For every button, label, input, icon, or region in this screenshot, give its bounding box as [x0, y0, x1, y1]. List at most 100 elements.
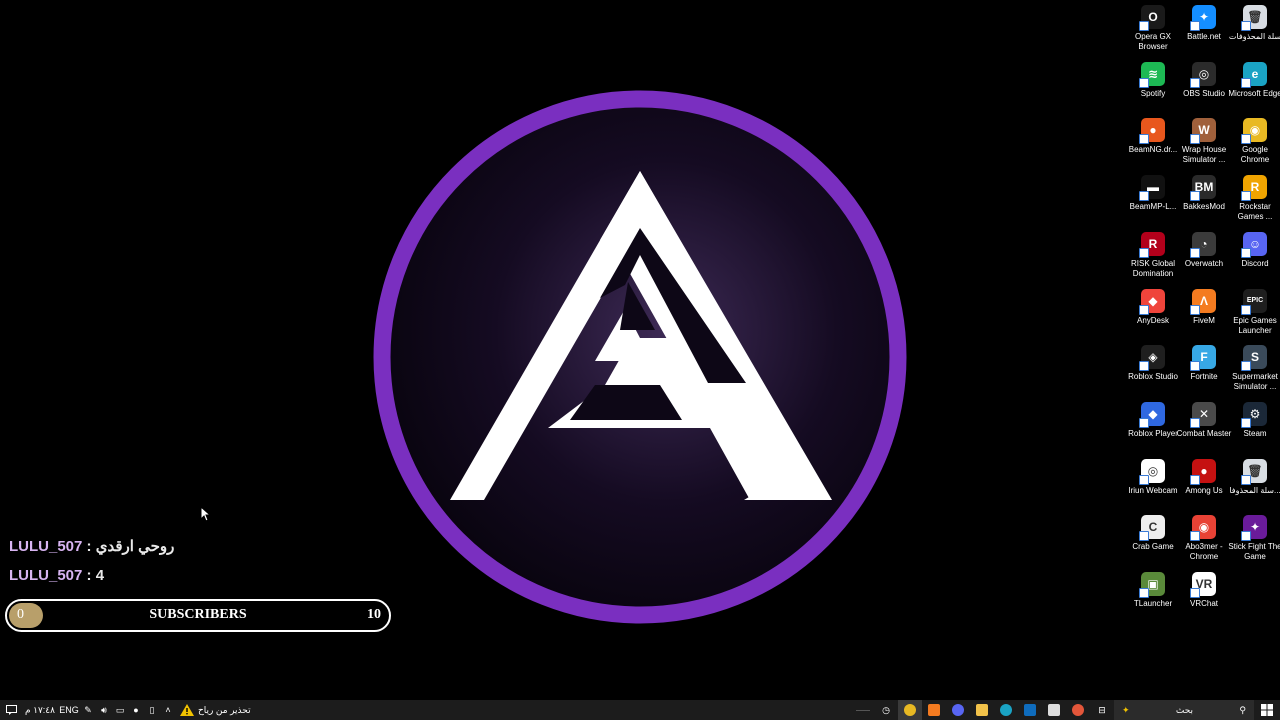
desktop-shortcut[interactable]: ☺ Discord — [1230, 231, 1280, 269]
rockstar-icon: R — [1241, 175, 1267, 202]
fortnite-icon: F — [1190, 345, 1216, 372]
desktop-shortcut-label: Abo3mer - Chrome — [1185, 542, 1223, 562]
battlenet-icon: ✦ — [1190, 5, 1216, 31]
desktop-shortcut-label: BakkesMod — [1183, 202, 1225, 212]
desktop-shortcut-label: BeamNG.dr... — [1128, 145, 1178, 155]
desktop-shortcut-label: Supermarket Simulator ... — [1232, 372, 1278, 392]
desktop-shortcut[interactable]: ▣ TLauncher — [1128, 572, 1178, 609]
search-input[interactable]: بحث — [1176, 705, 1193, 716]
desktop-shortcut-label: سلة المحذوفات — [1228, 32, 1280, 41]
show-hidden-icons-chevron-icon[interactable]: ˄ — [160, 700, 176, 720]
desktop-shortcut[interactable]: EPIC Epic Games Launcher — [1230, 288, 1280, 336]
roblox-studio-icon: ◈ — [1139, 345, 1165, 372]
desktop-shortcut-label: Spotify — [1140, 88, 1166, 98]
taskbar: ١٧:٤٨ م ENG ✎ 🔊︎ ▭ ● ▯ ˄ تحذير من رياح ◷… — [0, 700, 1280, 720]
desktop-shortcut[interactable]: ◈ Roblox Studio — [1128, 345, 1178, 382]
chat-text: روحي ارقدي — [95, 538, 175, 555]
desktop-shortcut[interactable]: C Crab Game — [1128, 515, 1178, 552]
taskbar-outlook-icon[interactable] — [1018, 700, 1042, 720]
network-icon[interactable]: ▭ — [112, 700, 128, 720]
start-button[interactable] — [1254, 700, 1280, 720]
weather-warning-text[interactable]: تحذير من رياح — [198, 700, 258, 720]
battery-icon[interactable]: ▯ — [144, 700, 160, 720]
volume-icon[interactable]: 🔊︎ — [96, 700, 112, 720]
desktop-shortcut-label: Roblox Player — [1128, 428, 1178, 438]
anydesk-icon: ◆ — [1139, 288, 1165, 315]
taskbar-divider — [852, 700, 874, 720]
desktop-shortcut-label: Among Us — [1185, 485, 1223, 495]
discord-icon: ☺ — [1241, 231, 1267, 258]
taskbar-store-icon[interactable] — [1042, 700, 1066, 720]
desktop-shortcut[interactable]: 🗑 سلة المحذوفا... — [1229, 458, 1280, 496]
taskbar-clock[interactable]: ١٧:٤٨ م — [22, 700, 58, 720]
desktop-shortcut[interactable]: ◔ Overwatch — [1179, 231, 1229, 269]
language-indicator[interactable]: ENG — [58, 700, 80, 720]
beammp-icon: ▬ — [1139, 175, 1165, 202]
steam-icon: ⚙ — [1241, 401, 1267, 428]
desktop-shortcut[interactable]: BM BakkesMod — [1179, 175, 1229, 212]
desktop-shortcut[interactable]: ◆ AnyDesk — [1128, 288, 1178, 326]
desktop-shortcut-label: Steam — [1243, 428, 1267, 438]
recycle-bin-2-icon: 🗑 — [1241, 458, 1267, 485]
task-view-icon[interactable]: ⊟ — [1090, 700, 1114, 720]
desktop-shortcut[interactable]: ◎ OBS Studio — [1179, 61, 1229, 99]
recycle-bin-icon: 🗑 — [1241, 5, 1267, 31]
desktop-shortcut[interactable]: ◉ Google Chrome — [1230, 118, 1280, 165]
chat-message: LULU_507 : روحي ارقدي — [9, 537, 174, 555]
desktop-shortcut[interactable]: F Fortnite — [1179, 345, 1229, 382]
desktop-shortcut-label: Fortnite — [1190, 372, 1218, 382]
desktop-shortcut[interactable]: S Supermarket Simulator ... — [1230, 345, 1280, 392]
pen-icon[interactable]: ✎ — [80, 700, 96, 720]
vrchat-icon: VR — [1190, 572, 1216, 598]
subscriber-goal-target: 10 — [367, 607, 381, 622]
search-icon: ⚲ — [1239, 704, 1246, 715]
desktop-shortcut-label: AnyDesk — [1136, 315, 1169, 325]
desktop-shortcut-label: TLauncher — [1133, 599, 1173, 608]
chat-separator: : — [82, 538, 96, 555]
desktop-shortcut-label: OBS Studio — [1183, 88, 1225, 98]
notifications-icon[interactable] — [0, 700, 22, 720]
desktop-shortcut[interactable]: ◎ Iriun Webcam — [1128, 458, 1178, 496]
search-box[interactable]: ✦ بحث ⚲ — [1114, 700, 1254, 720]
desktop-shortcut[interactable]: 🗑 سلة المحذوفات — [1228, 5, 1280, 42]
chrome-icon: ◉ — [1241, 118, 1267, 145]
desktop-shortcut[interactable]: e Microsoft Edge — [1228, 61, 1280, 99]
weather-warning-icon[interactable] — [176, 700, 198, 720]
among-us-icon: ● — [1190, 458, 1216, 485]
desktop-shortcut-label: سلة المحذوفا... — [1229, 485, 1280, 495]
desktop-shortcut[interactable]: ✕ Combat Master — [1177, 401, 1231, 439]
desktop-shortcut[interactable]: ≋ Spotify — [1128, 61, 1178, 99]
desktop-shortcut[interactable]: ⚙ Steam — [1230, 401, 1280, 439]
desktop-shortcut-label: Opera GX Browser — [1134, 32, 1171, 51]
supermarket-sim-icon: S — [1241, 345, 1267, 372]
taskbar-file-explorer-icon[interactable] — [970, 700, 994, 720]
desktop-shortcut[interactable]: ◉ Abo3mer - Chrome — [1179, 515, 1229, 562]
desktop-shortcut[interactable]: R Rockstar Games ... — [1230, 175, 1280, 222]
microphone-icon[interactable]: ● — [128, 700, 144, 720]
desktop-shortcut-label: Rockstar Games ... — [1237, 202, 1273, 222]
subscriber-goal-label: SUBSCRIBERS — [149, 607, 247, 622]
taskbar-discord-icon[interactable] — [946, 700, 970, 720]
task-clock-app-icon[interactable]: ◷ — [874, 700, 898, 720]
chat-username: LULU_507 — [9, 538, 83, 555]
desktop-shortcut-label: Wrap House Simulator ... — [1181, 145, 1227, 165]
desktop-shortcut[interactable]: R RISK Global Domination — [1128, 231, 1178, 279]
desktop-shortcut[interactable]: ◆ Roblox Player — [1128, 401, 1178, 439]
risk-icon: R — [1139, 231, 1165, 258]
desktop-shortcut[interactable]: VR VRChat — [1179, 572, 1229, 609]
desktop-shortcut[interactable]: Λ FiveM — [1179, 288, 1229, 326]
desktop-shortcut[interactable]: W Wrap House Simulator ... — [1179, 118, 1229, 165]
spotify-icon: ≋ — [1139, 61, 1165, 88]
taskbar-copilot-icon[interactable] — [1066, 700, 1090, 720]
taskbar-edge-icon[interactable] — [994, 700, 1018, 720]
desktop-shortcut[interactable]: ● BeamNG.dr... — [1128, 118, 1178, 155]
desktop-shortcut[interactable]: O Opera GX Browser — [1128, 5, 1178, 52]
desktop-shortcut[interactable]: ✦ Stick Fight The Game — [1228, 515, 1280, 562]
taskbar-chrome-icon[interactable] — [898, 700, 922, 720]
desktop-shortcut[interactable]: ● Among Us — [1179, 458, 1229, 496]
desktop-shortcut-label: VRChat — [1189, 599, 1218, 608]
desktop-shortcut-label: Battle.net — [1187, 32, 1221, 41]
desktop-shortcut[interactable]: ▬ BeamMP-L... — [1128, 175, 1178, 212]
desktop-shortcut[interactable]: ✦ Battle.net — [1179, 5, 1229, 42]
taskbar-app-orange-icon[interactable] — [922, 700, 946, 720]
